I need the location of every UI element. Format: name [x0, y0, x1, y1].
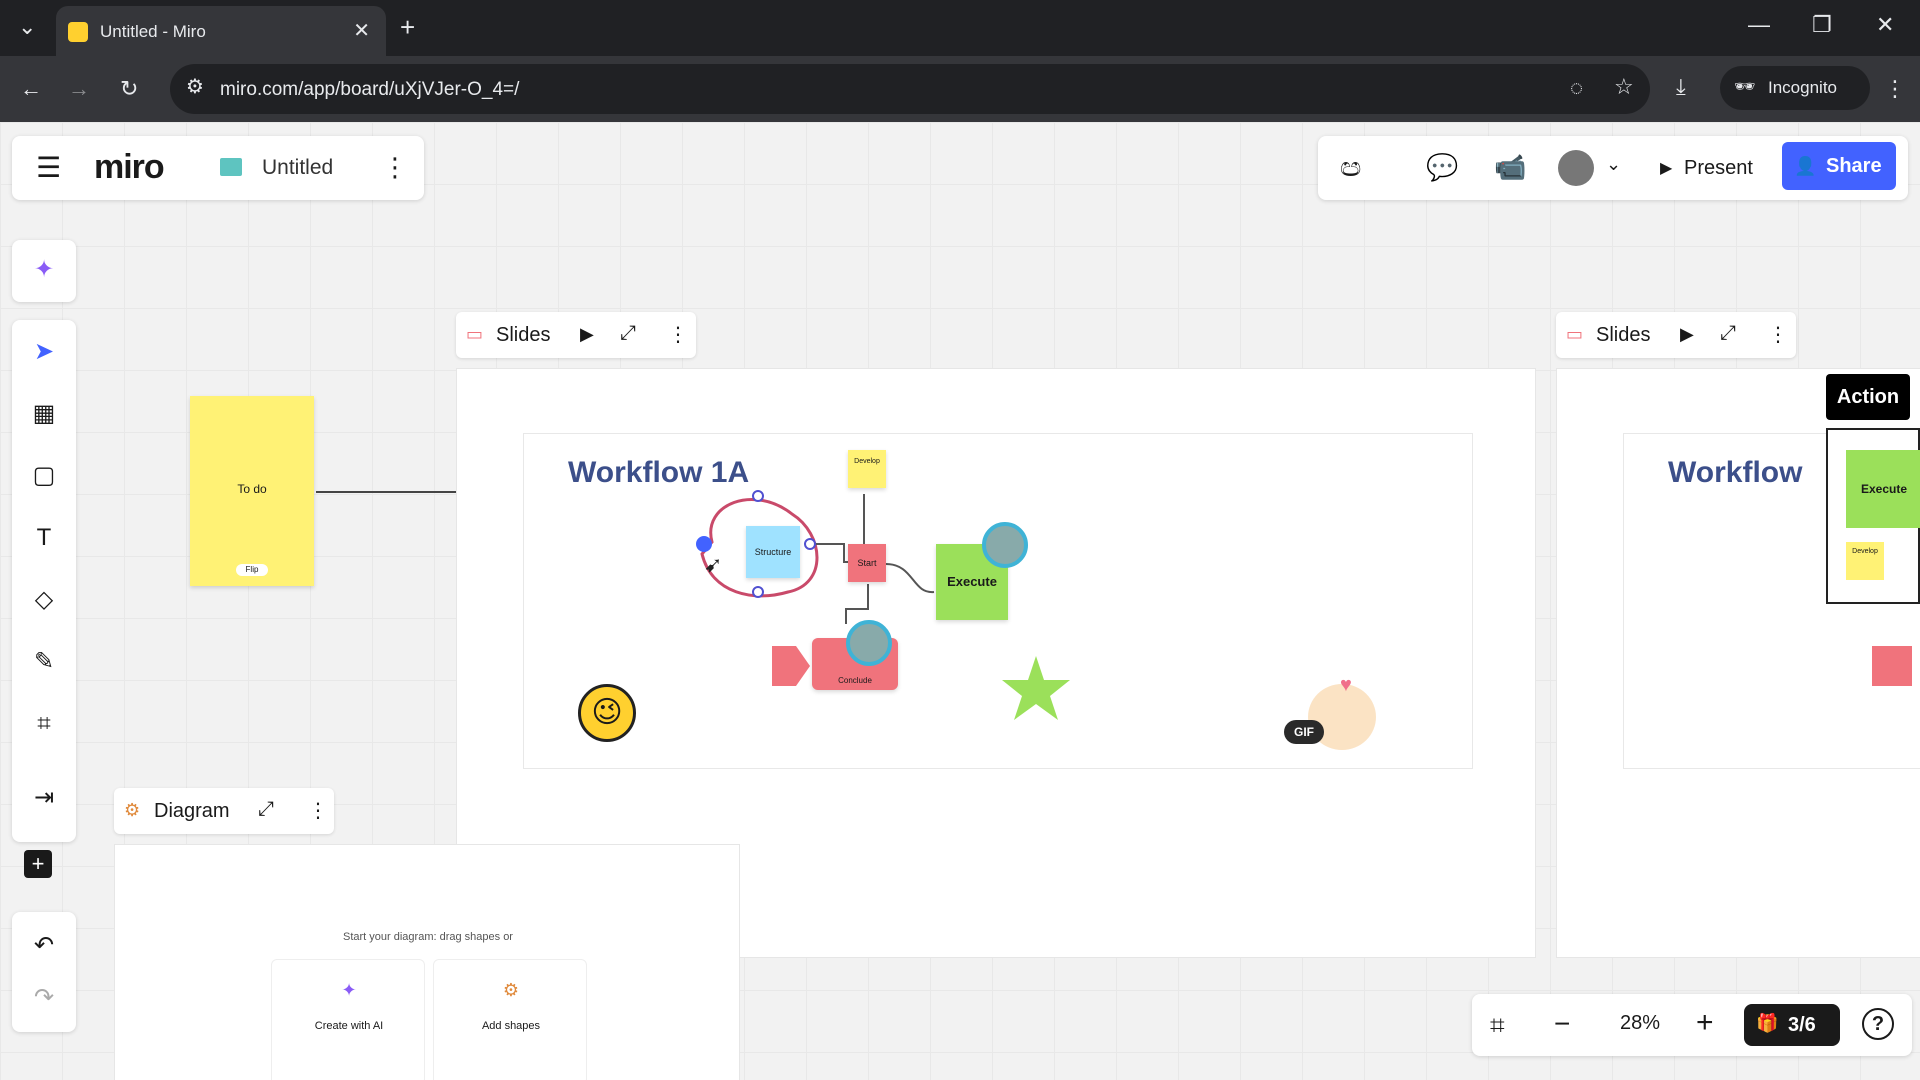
forward-icon[interactable]: → — [68, 78, 90, 100]
slides-frame-header-1: ▭ Slides ▶ ⤢ ⋮ — [456, 312, 696, 358]
minimize-icon[interactable]: — — [1748, 14, 1770, 36]
slides-expand-icon-2[interactable]: ⤢ — [1720, 322, 1736, 345]
develop-node[interactable]: Develop — [848, 450, 886, 488]
incognito-label: Incognito — [1768, 78, 1837, 97]
url-text[interactable]: miro.com/app/board/uXjVJer-O_4=/ — [220, 79, 519, 101]
action-tooltip: Action — [1826, 374, 1910, 420]
gif-badge: GIF — [1284, 720, 1324, 744]
mini-execute: Execute — [1846, 450, 1920, 528]
diagram-label[interactable]: Diagram — [154, 800, 230, 823]
start-node[interactable]: Start — [848, 544, 886, 582]
slides-play-icon-2[interactable]: ▶ — [1680, 324, 1694, 345]
omnibox[interactable]: ⚙ miro.com/app/board/uXjVJer-O_4=/ ◌ ☆ — [170, 64, 1650, 114]
develop-node-label: Develop — [854, 458, 880, 465]
arrow-shape-2 — [1872, 646, 1912, 686]
structure-node-label: Structure — [754, 547, 792, 557]
gif-sticker[interactable]: ♥ GIF — [1278, 674, 1388, 758]
zoom-level[interactable]: 28% — [1620, 1012, 1660, 1035]
incognito-icon: 🕶 — [1734, 77, 1756, 96]
workflow-card[interactable]: Workflow 1A Structure Develop Start Exec… — [523, 433, 1473, 769]
mini-develop: Develop — [1846, 542, 1884, 580]
execute-avatar — [982, 522, 1028, 568]
pages-count: 3/6 — [1788, 1014, 1816, 1036]
diagram-hint: Start your diagram: drag shapes or — [343, 931, 513, 943]
slides-icon-2: ▭ — [1566, 324, 1584, 344]
reload-icon[interactable]: ↻ — [120, 78, 138, 100]
slides-more-icon-1[interactable]: ⋮ — [668, 322, 688, 347]
create-ai-label: Create with AI — [314, 1020, 384, 1032]
start-node-label: Start — [857, 558, 877, 568]
bookmark-star-icon[interactable]: ☆ — [1614, 76, 1634, 98]
diagram-frame[interactable]: Start your diagram: drag shapes or ✦ Cre… — [114, 844, 740, 1080]
slides-label-1[interactable]: Slides — [496, 324, 550, 347]
add-shapes-icon: ⚙ — [502, 980, 520, 1000]
workflow-title-2: Workflow — [1668, 456, 1803, 489]
zoom-panel: ⌗ − 28% + 🎁 3/6 ? — [1472, 994, 1912, 1056]
heart-icon: ♥ — [1340, 674, 1352, 696]
download-icon[interactable]: ⤓ — [1676, 76, 1686, 98]
site-info-icon[interactable]: ⚙ — [186, 77, 204, 97]
close-tab-icon[interactable]: ✕ — [353, 18, 370, 43]
slides-play-icon-1[interactable]: ▶ — [580, 324, 594, 345]
slides-expand-icon-1[interactable]: ⤢ — [620, 322, 636, 345]
pages-button[interactable]: 🎁 3/6 — [1744, 1004, 1840, 1046]
slides-label-2[interactable]: Slides — [1596, 324, 1650, 347]
help-icon[interactable]: ? — [1862, 1008, 1894, 1040]
create-ai-icon: ✦ — [341, 980, 357, 1000]
miro-board-canvas[interactable]: ☰ miro Untitled ⋮ ඏ 💬 📹 ⌄ ▶ Present 👤 Sh… — [0, 122, 1920, 1080]
close-window-icon[interactable]: ✕ — [1876, 14, 1894, 36]
conclude-avatar — [846, 620, 892, 666]
slides-frame-header-2: ▭ Slides ▶ ⤢ ⋮ — [1556, 312, 1796, 358]
slides-icon: ▭ — [466, 324, 484, 344]
add-shapes-label: Add shapes — [481, 1020, 541, 1032]
new-tab-icon[interactable]: + — [400, 14, 415, 40]
create-with-ai-button[interactable]: ✦ Create with AI — [271, 959, 425, 1080]
eye-off-icon[interactable]: ◌ — [1570, 77, 1583, 99]
structure-node[interactable]: Structure — [746, 526, 800, 578]
mini-preview: Execute Develop — [1826, 428, 1920, 604]
mouse-cursor-icon: ➹ — [704, 552, 723, 577]
diagram-icon: ⚙ — [124, 800, 141, 820]
wink-emoji[interactable]: 😉 — [578, 684, 636, 742]
zoom-out-icon[interactable]: − — [1554, 1008, 1570, 1040]
restore-icon[interactable]: ❐ — [1812, 14, 1832, 36]
diagram-more-icon[interactable]: ⋮ — [308, 798, 328, 823]
back-icon[interactable]: ← — [20, 78, 42, 100]
add-shapes-button[interactable]: ⚙ Add shapes — [433, 959, 587, 1080]
gift-icon: 🎁 — [1756, 1013, 1779, 1033]
diagram-frame-header: ⚙ Diagram ⤢ ⋮ — [114, 788, 334, 834]
conclude-node-label: Conclude — [838, 676, 872, 685]
incognito-badge[interactable]: 🕶 Incognito — [1720, 66, 1870, 110]
zoom-in-icon[interactable]: + — [1696, 1006, 1714, 1040]
tab-search-icon[interactable]: ⌄ — [18, 16, 36, 38]
slides-more-icon-2[interactable]: ⋮ — [1768, 322, 1788, 347]
tab-title: Untitled - Miro — [100, 22, 206, 41]
fit-to-screen-icon[interactable]: ⌗ — [1490, 1010, 1505, 1042]
browser-tab-bar: ⌄ Untitled - Miro ✕ + — ❐ ✕ — [0, 0, 1920, 56]
browser-menu-icon[interactable]: ⋮ — [1884, 78, 1906, 100]
browser-address-bar: ← → ↻ ⚙ miro.com/app/board/uXjVJer-O_4=/… — [0, 56, 1920, 122]
diagram-expand-icon[interactable]: ⤢ — [258, 798, 274, 821]
execute-node-label: Execute — [947, 574, 997, 589]
browser-tab[interactable]: Untitled - Miro ✕ — [56, 6, 386, 56]
miro-favicon-icon — [68, 22, 88, 42]
